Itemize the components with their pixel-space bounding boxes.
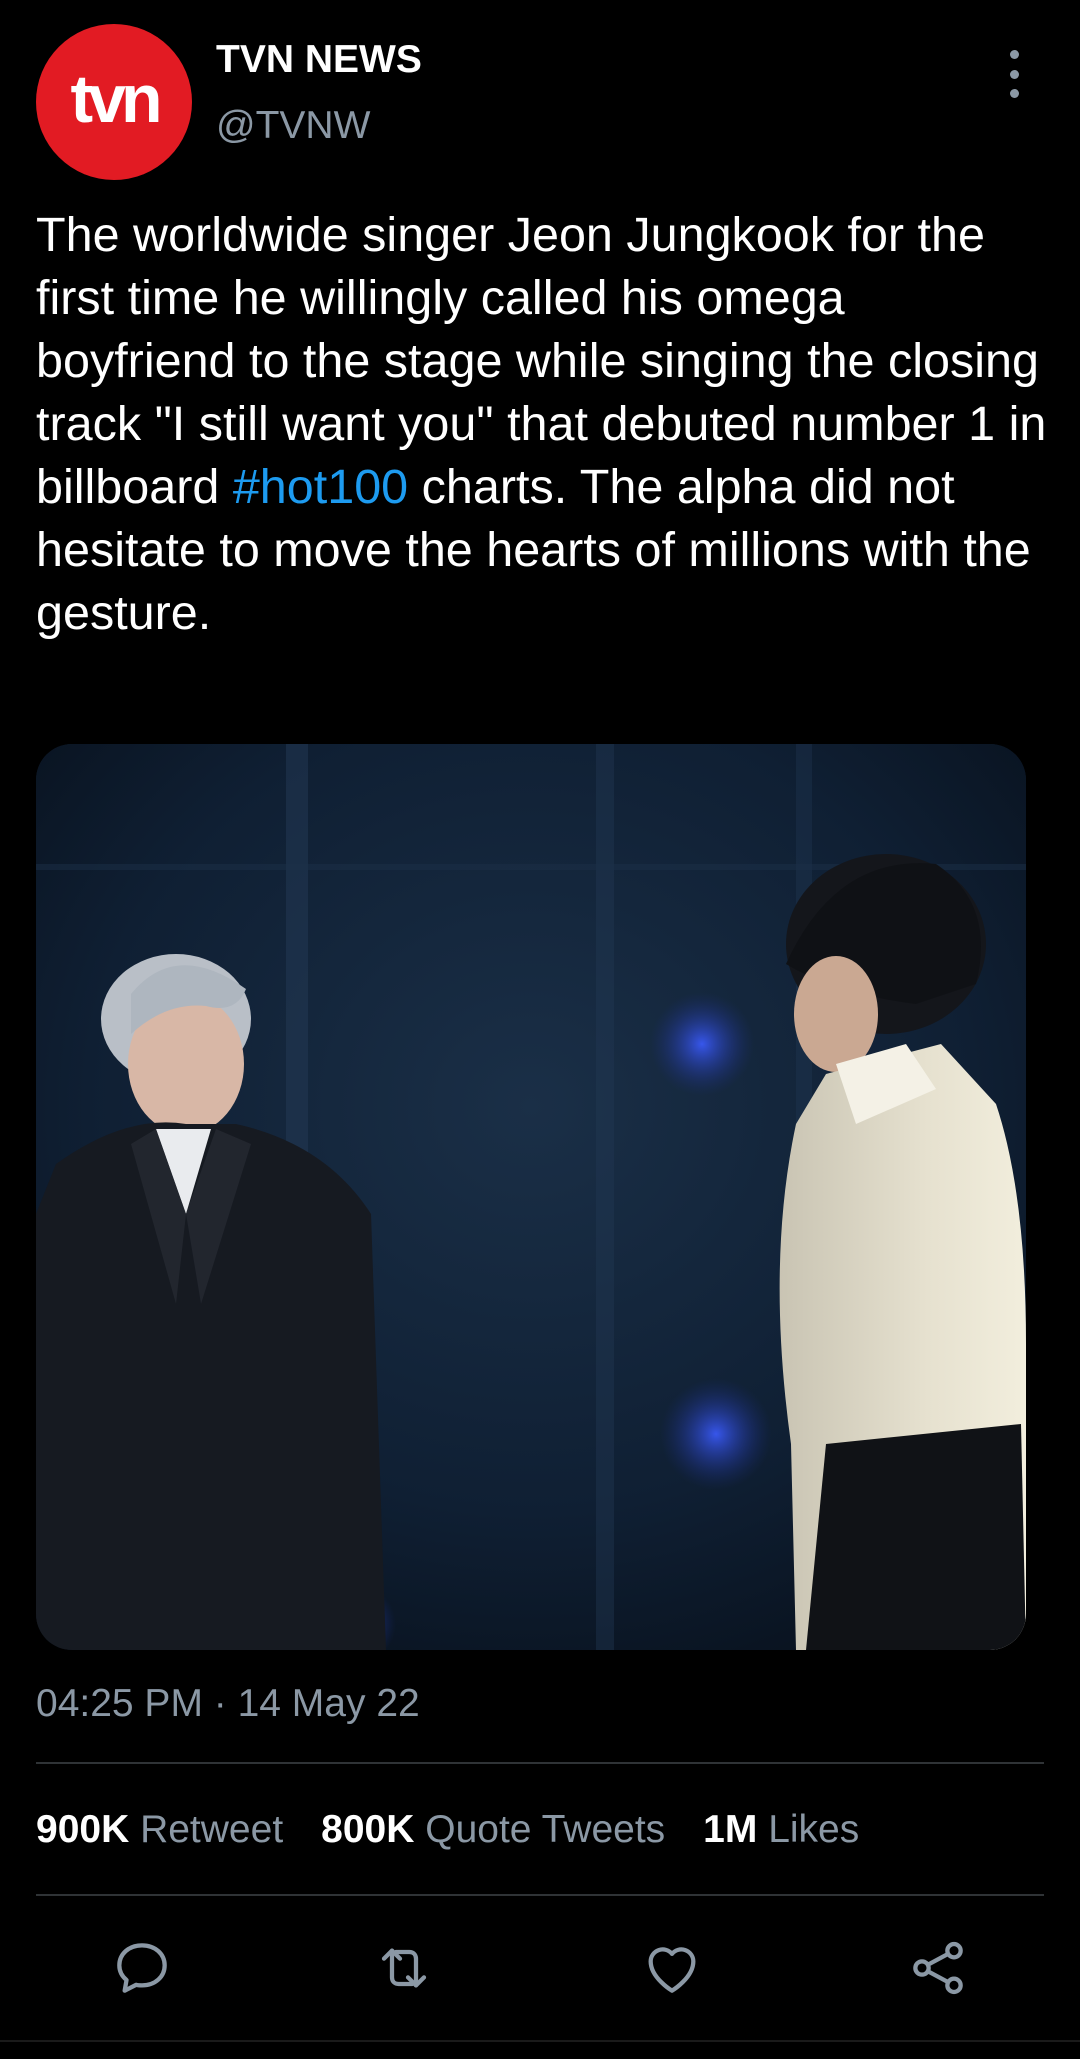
avatar[interactable]: tvn <box>36 24 192 180</box>
tweet-text: The worldwide singer Jeon Jungkook for t… <box>36 204 1056 645</box>
user-handle[interactable]: @TVNW <box>216 104 370 148</box>
divider <box>36 1762 1044 1764</box>
heart-icon[interactable] <box>640 1936 704 2000</box>
tweet-timestamp[interactable]: 04:25 PM · 14 May 22 <box>36 1682 420 1726</box>
quote-tweets-count: 800K <box>321 1808 415 1851</box>
tweet-actions <box>0 1924 1080 2014</box>
likes-count: 1M <box>703 1808 758 1851</box>
retweets-label: Retweet <box>140 1808 284 1851</box>
tweet-header: tvn TVN NEWS @TVNW <box>0 0 1080 190</box>
retweets-count: 900K <box>36 1808 130 1851</box>
engagement-stats: 900K Retweet 800K Quote Tweets 1M Likes <box>36 1808 859 1852</box>
more-vertical-icon[interactable] <box>996 50 1032 98</box>
tweet-media-image[interactable] <box>36 744 1026 1650</box>
divider <box>36 1894 1044 1896</box>
retweets-stat[interactable]: 900K Retweet <box>36 1808 283 1852</box>
avatar-logo-text: tvn <box>70 61 163 137</box>
retweet-icon[interactable] <box>372 1936 436 2000</box>
likes-stat[interactable]: 1M Likes <box>703 1808 859 1852</box>
bottom-divider <box>0 2040 1080 2042</box>
likes-label: Likes <box>768 1808 860 1851</box>
reply-bubble-icon[interactable] <box>110 1936 174 2000</box>
hashtag-link[interactable]: #hot100 <box>233 460 408 514</box>
quote-tweets-label: Quote Tweets <box>425 1808 666 1851</box>
display-name[interactable]: TVN NEWS <box>216 38 422 82</box>
share-icon[interactable] <box>906 1936 970 2000</box>
quote-tweets-stat[interactable]: 800K Quote Tweets <box>321 1808 665 1852</box>
